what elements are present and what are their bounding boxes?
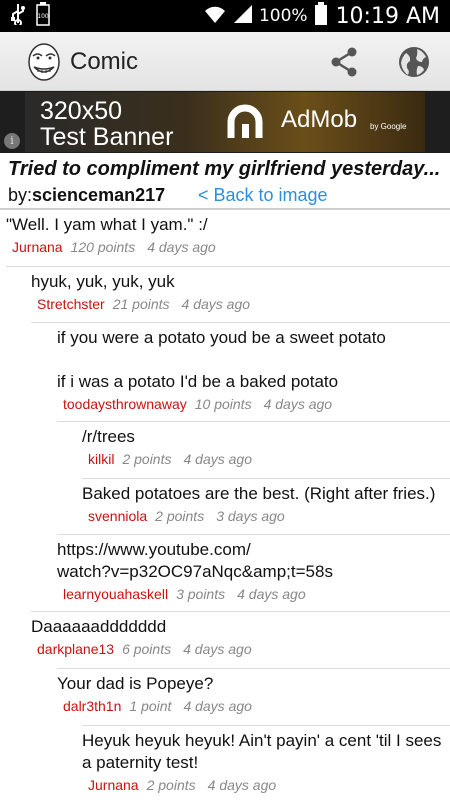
- comment-divider: [82, 478, 450, 479]
- comment-username[interactable]: Stretchster: [37, 296, 105, 312]
- comment-username[interactable]: dalr3th1n: [63, 698, 121, 714]
- comment-age: 4 days ago: [183, 698, 252, 714]
- comment-divider: [31, 611, 450, 612]
- signal-icon: [233, 4, 253, 29]
- comment-body: "Well. I yam what I yam." :/: [6, 215, 208, 234]
- wifi-icon: [203, 4, 227, 29]
- comment-item[interactable]: Your dad is Popeye? dalr3th1n 1 point 4 da…: [57, 673, 252, 714]
- ad-banner-area: 320x50 Test Banner AdMob by Google: [0, 91, 450, 153]
- comment-body: hyuk, yuk, yuk, yuk: [31, 272, 175, 291]
- banner-test-text: Test Banner: [40, 123, 174, 151]
- svg-text:100: 100: [37, 13, 49, 20]
- comment-points: 21 points: [112, 296, 170, 312]
- comment-age: 4 days ago: [183, 641, 252, 657]
- comment-item[interactable]: Daaaaaaddddddd darkplane13 6 points 4 days…: [31, 616, 252, 657]
- admob-brand: AdMob: [281, 106, 358, 133]
- comment-username[interactable]: svenniola: [88, 508, 147, 524]
- rage-face-app-icon[interactable]: [26, 42, 62, 82]
- comment-divider: [6, 266, 450, 267]
- share-icon[interactable]: [326, 44, 362, 80]
- globe-icon[interactable]: [396, 44, 432, 80]
- comment-age: 4 days ago: [147, 239, 216, 255]
- comment-points: 6 points: [122, 641, 172, 657]
- comment-age: 4 days ago: [237, 586, 306, 602]
- usb-icon: [10, 3, 26, 30]
- comment-item[interactable]: /r/trees kilkil 2 points 4 days ago: [82, 426, 252, 467]
- comment-divider: [82, 725, 450, 726]
- comment-body: Daaaaaaddddddd: [31, 617, 167, 636]
- banner-size-text: 320x50: [40, 97, 123, 125]
- admob-by-google: by Google: [370, 122, 407, 131]
- comment-age: 3 days ago: [216, 508, 285, 524]
- status-bar: 100 100% 10:19 AM: [0, 0, 450, 32]
- comment-username[interactable]: kilkil: [88, 451, 114, 467]
- header-divider: [0, 208, 450, 210]
- battery-small-icon: 100: [36, 1, 50, 31]
- comment-points: 2 points: [146, 777, 196, 793]
- comment-item[interactable]: https://www.youtube.com/ watch?v=p32OC97…: [57, 539, 447, 602]
- ad-banner[interactable]: 320x50 Test Banner AdMob by Google: [25, 92, 425, 152]
- clock: 10:19 AM: [335, 3, 440, 29]
- back-to-image-link[interactable]: < Back to image: [198, 185, 328, 206]
- comment-body: /r/trees: [82, 427, 135, 446]
- comment-points: 10 points: [194, 396, 252, 412]
- comment-body: Baked potatoes are the best. (Right afte…: [82, 484, 436, 503]
- battery-percent: 100%: [258, 6, 308, 26]
- comment-item[interactable]: if you were a potato youd be a sweet pot…: [57, 327, 447, 412]
- comment-points: 120 points: [70, 239, 136, 255]
- comment-username[interactable]: Jurnana: [12, 239, 63, 255]
- comment-item[interactable]: hyuk, yuk, yuk, yuk Stretchster 21 points…: [31, 271, 250, 312]
- comment-username[interactable]: toodaysthrownaway: [63, 396, 187, 412]
- comment-item[interactable]: Baked potatoes are the best. (Right afte…: [82, 483, 448, 524]
- ad-info-icon[interactable]: i: [4, 133, 20, 149]
- comment-age: 4 days ago: [207, 777, 277, 793]
- comment-divider: [57, 668, 450, 669]
- comment-username[interactable]: Jurnana: [88, 777, 139, 793]
- comment-age: 4 days ago: [263, 396, 333, 412]
- comment-points: 2 points: [122, 451, 172, 467]
- comment-points: 3 points: [176, 586, 226, 602]
- comment-username[interactable]: learnyouahaskell: [63, 586, 168, 602]
- comment-item[interactable]: "Well. I yam what I yam." :/ Jurnana 120 …: [6, 214, 216, 255]
- comment-divider: [57, 534, 450, 535]
- admob-logo-icon: [225, 102, 271, 142]
- post-author[interactable]: scienceman217: [32, 185, 165, 205]
- comment-body: Heyuk heyuk heyuk! Ain't payin' a cent '…: [82, 731, 442, 772]
- comment-divider: [31, 322, 450, 323]
- comment-username[interactable]: darkplane13: [37, 641, 114, 657]
- comment-points: 2 points: [155, 508, 205, 524]
- app-title: Comic: [70, 48, 139, 75]
- post-title: Tried to compliment my girlfriend yester…: [8, 158, 441, 180]
- battery-icon: [314, 1, 328, 31]
- comment-body: Your dad is Popeye?: [57, 674, 214, 693]
- post-byline: by:scienceman217: [8, 185, 165, 206]
- comment-points: 1 point: [129, 698, 172, 714]
- byline-prefix: by:: [8, 185, 33, 205]
- comment-body: if you were a potato youd be a sweet pot…: [57, 328, 386, 391]
- comment-item[interactable]: Heyuk heyuk heyuk! Ain't payin' a cent '…: [82, 730, 448, 793]
- comment-body: https://www.youtube.com/ watch?v=p32OC97…: [57, 540, 333, 581]
- comment-age: 4 days ago: [181, 296, 251, 312]
- comment-divider: [57, 421, 450, 422]
- comment-age: 4 days ago: [183, 451, 253, 467]
- action-bar: Comic: [0, 32, 450, 91]
